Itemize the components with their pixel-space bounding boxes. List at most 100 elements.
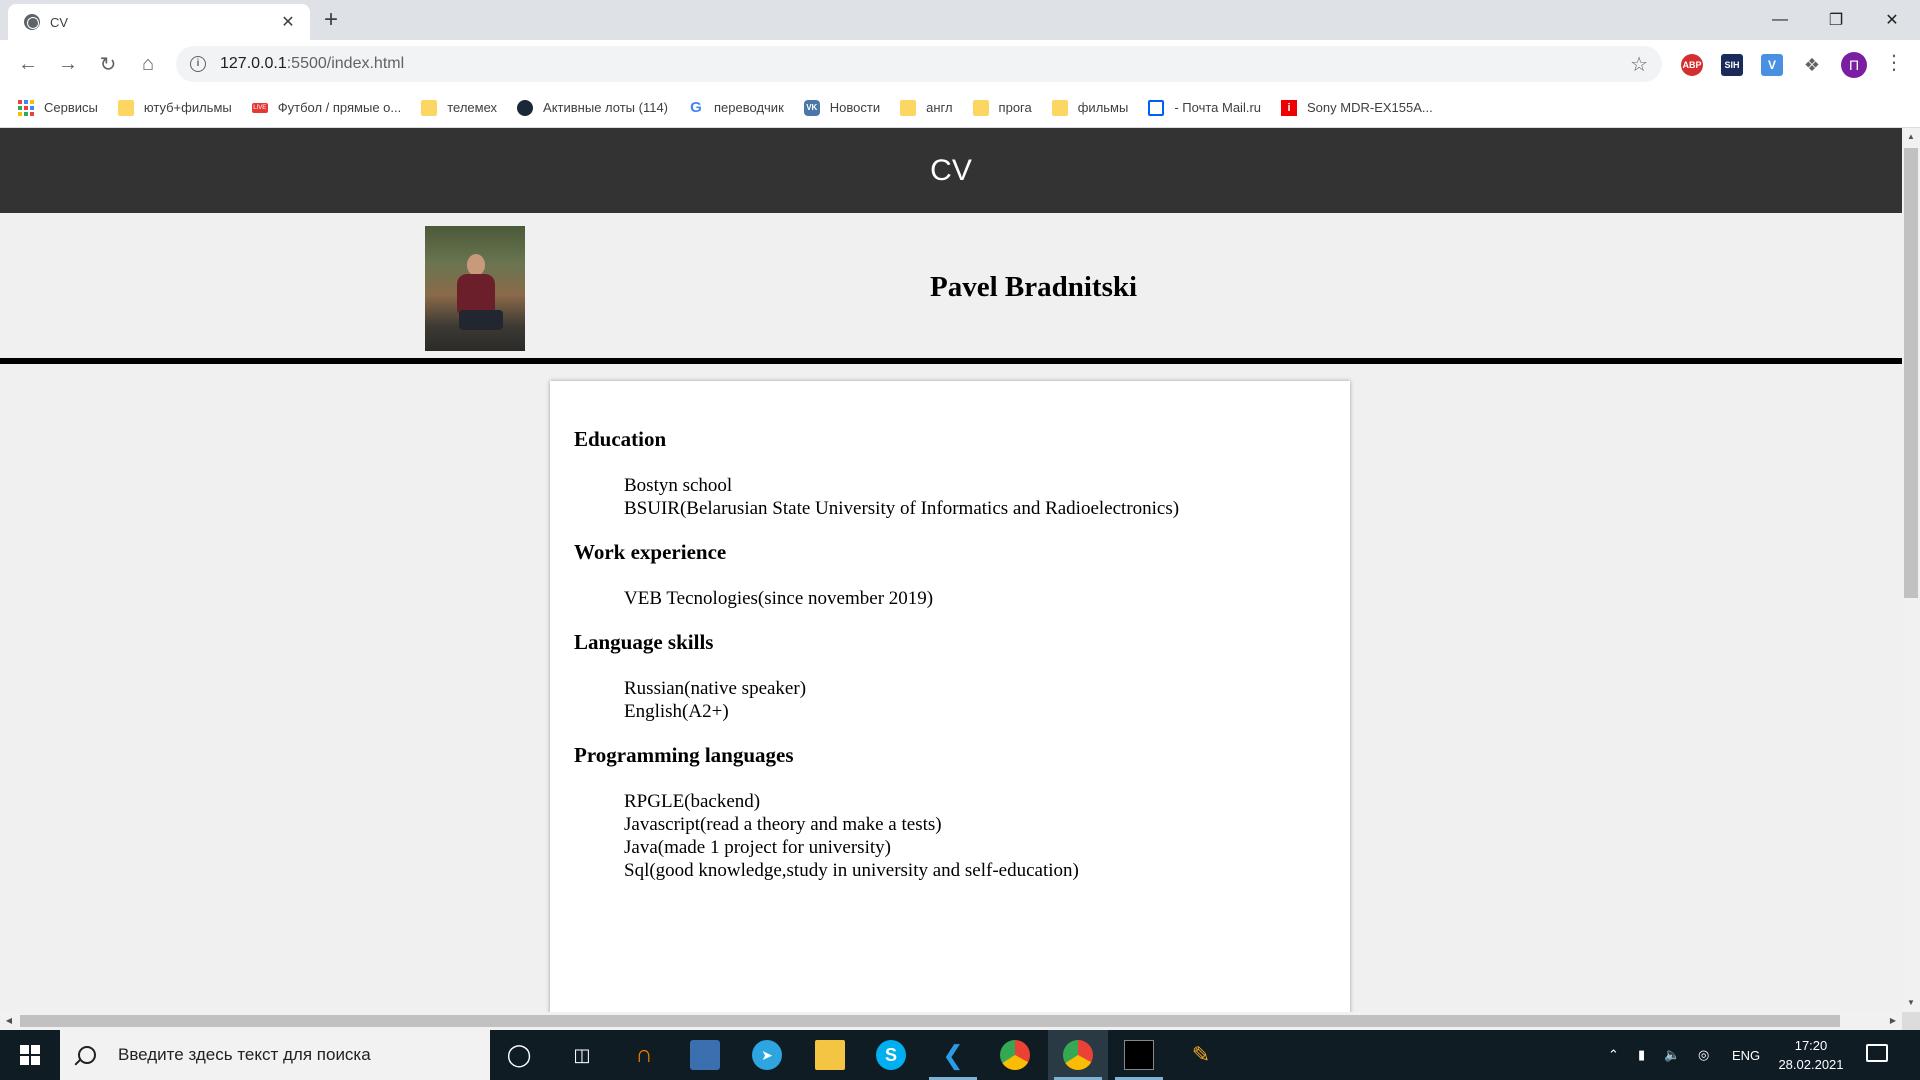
- bookmark-item[interactable]: i Sony MDR-EX155A...: [1281, 99, 1433, 116]
- bookmark-item[interactable]: VK Новости: [803, 99, 881, 116]
- search-icon: [78, 1046, 96, 1064]
- browser-tab[interactable]: CV ✕: [8, 4, 310, 40]
- language-indicator[interactable]: ENG: [1732, 1030, 1760, 1080]
- google-icon: G: [690, 98, 702, 116]
- person-name: Pavel Bradnitski: [930, 271, 1138, 303]
- bookmark-label: переводчик: [714, 100, 784, 115]
- show-hidden-icons-chevron-icon[interactable]: ⌃: [1608, 1030, 1619, 1080]
- taskbar-search[interactable]: Введите здесь текст для поиска: [60, 1030, 490, 1080]
- live-icon: LIVE: [251, 102, 268, 113]
- profile-photo: [425, 226, 525, 351]
- scroll-up-arrow-icon[interactable]: ▲: [1902, 128, 1920, 146]
- wifi-icon[interactable]: ◎: [1698, 1030, 1709, 1080]
- file-explorer-icon[interactable]: [815, 1040, 845, 1070]
- folder-icon: [421, 99, 438, 116]
- bookmark-star-icon[interactable]: ☆: [1630, 52, 1648, 77]
- new-tab-button[interactable]: +: [324, 6, 338, 34]
- chrome-icon[interactable]: [1000, 1040, 1030, 1070]
- list-item: Javascript(read a theory and make a test…: [624, 814, 942, 835]
- photo-person-body: [457, 274, 495, 314]
- bookmark-label: ютуб+фильмы: [143, 100, 232, 115]
- list-item: Bostyn school: [624, 475, 733, 496]
- profile-band: Pavel Bradnitski: [0, 213, 1902, 364]
- globe-icon: [24, 14, 40, 30]
- list-item: Java(made 1 project for university): [624, 837, 891, 858]
- notifications-icon[interactable]: [1866, 1044, 1888, 1062]
- list-item: VEB Tecnologies(since november 2019): [624, 588, 934, 609]
- v-extension-icon[interactable]: V: [1761, 54, 1783, 76]
- horizontal-scroll-thumb[interactable]: [20, 1015, 1840, 1027]
- page-viewport: CV Pavel Bradnitski Education Bostyn sch…: [0, 128, 1902, 1012]
- start-button[interactable]: [0, 1030, 60, 1080]
- bookmark-item[interactable]: фильмы: [1051, 99, 1129, 116]
- work-experience-list: VEB Tecnologies(since november 2019): [574, 587, 1326, 610]
- section-title-education: Education: [574, 427, 667, 451]
- bookmark-item[interactable]: ютуб+фильмы: [117, 99, 232, 116]
- bookmarks-bar: Сервисы ютуб+фильмы LIVE Футбол / прямые…: [0, 88, 1920, 128]
- taskbar-clock[interactable]: 17:20 28.02.2021: [1770, 1036, 1852, 1074]
- terminal-icon[interactable]: [1124, 1040, 1154, 1070]
- site-info-icon[interactable]: i: [190, 56, 206, 72]
- cortana-icon[interactable]: ◯: [504, 1040, 534, 1070]
- task-view-icon[interactable]: ◫: [567, 1040, 597, 1070]
- chrome-active-icon[interactable]: [1063, 1040, 1093, 1070]
- bookmark-item[interactable]: англ: [900, 99, 953, 116]
- telegram-icon[interactable]: ➤: [752, 1040, 782, 1070]
- bookmark-label: Sony MDR-EX155A...: [1307, 100, 1433, 115]
- language-skills-list: Russian(native speaker) English(A2+): [574, 677, 1326, 723]
- bookmark-item[interactable]: - Почта Mail.ru: [1148, 99, 1261, 116]
- restore-button[interactable]: ❐: [1808, 0, 1864, 40]
- clock-time: 17:20: [1794, 1038, 1828, 1053]
- bookmark-item[interactable]: прога: [972, 99, 1032, 116]
- network-computer-icon[interactable]: [690, 1040, 720, 1070]
- tab-close-button[interactable]: ✕: [278, 12, 298, 32]
- skype-icon[interactable]: S: [876, 1040, 906, 1070]
- bookmark-label: англ: [926, 100, 953, 115]
- battery-icon[interactable]: ▮: [1638, 1030, 1645, 1080]
- back-arrow-icon[interactable]: ←: [16, 52, 40, 76]
- address-bar[interactable]: i 127.0.0.1:5500/index.html ☆: [176, 46, 1662, 82]
- bookmark-item[interactable]: G переводчик: [688, 98, 784, 116]
- steam-icon: [517, 99, 534, 116]
- scroll-right-arrow-icon[interactable]: ▶: [1884, 1012, 1902, 1030]
- photo-person-head: [467, 254, 485, 276]
- bookmark-item[interactable]: Активные лоты (114): [517, 99, 669, 116]
- bookmark-item[interactable]: телемех: [421, 99, 498, 116]
- list-item: BSUIR(Belarusian State University of Inf…: [624, 498, 1180, 519]
- info-red-icon: i: [1281, 99, 1298, 116]
- programming-languages-list: RPGLE(backend) Javascript(read a theory …: [574, 790, 1326, 882]
- adblock-extension-icon[interactable]: ABP: [1681, 54, 1703, 76]
- minimize-button[interactable]: —: [1752, 0, 1808, 40]
- puzzle-extensions-icon[interactable]: ❖: [1801, 54, 1823, 76]
- bookmark-item[interactable]: Сервисы: [18, 99, 98, 116]
- bookmark-label: телемех: [447, 100, 498, 115]
- bookmark-item[interactable]: LIVE Футбол / прямые о...: [251, 100, 401, 115]
- reload-icon[interactable]: ↻: [96, 52, 120, 76]
- vertical-scroll-thumb[interactable]: [1904, 148, 1918, 598]
- profile-avatar[interactable]: П: [1841, 52, 1867, 78]
- origin-icon[interactable]: ∩: [629, 1040, 659, 1070]
- volume-icon[interactable]: 🔈: [1664, 1030, 1680, 1080]
- sih-extension-icon[interactable]: SIH: [1721, 54, 1743, 76]
- mail-icon: [1148, 99, 1165, 116]
- folder-icon: [117, 99, 134, 116]
- bookmark-label: фильмы: [1077, 100, 1129, 115]
- scroll-down-arrow-icon[interactable]: ▼: [1902, 994, 1920, 1012]
- list-item: English(A2+): [624, 701, 729, 722]
- list-item: RPGLE(backend): [624, 791, 761, 812]
- url-host: 127.0.0.1: [220, 55, 287, 72]
- cv-card: Education Bostyn school BSUIR(Belarusian…: [550, 381, 1350, 1012]
- vscode-icon[interactable]: ❮: [938, 1040, 968, 1070]
- site-title: CV: [930, 153, 972, 187]
- site-header: CV: [0, 128, 1902, 213]
- close-window-button[interactable]: ✕: [1864, 0, 1920, 40]
- home-icon[interactable]: ⌂: [136, 52, 160, 76]
- scroll-left-arrow-icon[interactable]: ◀: [0, 1012, 18, 1030]
- education-list: Bostyn school BSUIR(Belarusian State Uni…: [574, 474, 1326, 520]
- paint-icon[interactable]: ✎: [1186, 1040, 1216, 1070]
- bookmark-label: Новости: [829, 100, 881, 115]
- more-menu-icon[interactable]: ⋮: [1884, 50, 1904, 76]
- bookmark-label: Активные лоты (114): [543, 100, 669, 115]
- forward-arrow-icon[interactable]: →: [56, 52, 80, 76]
- url-text[interactable]: 127.0.0.1:5500/index.html: [220, 55, 404, 73]
